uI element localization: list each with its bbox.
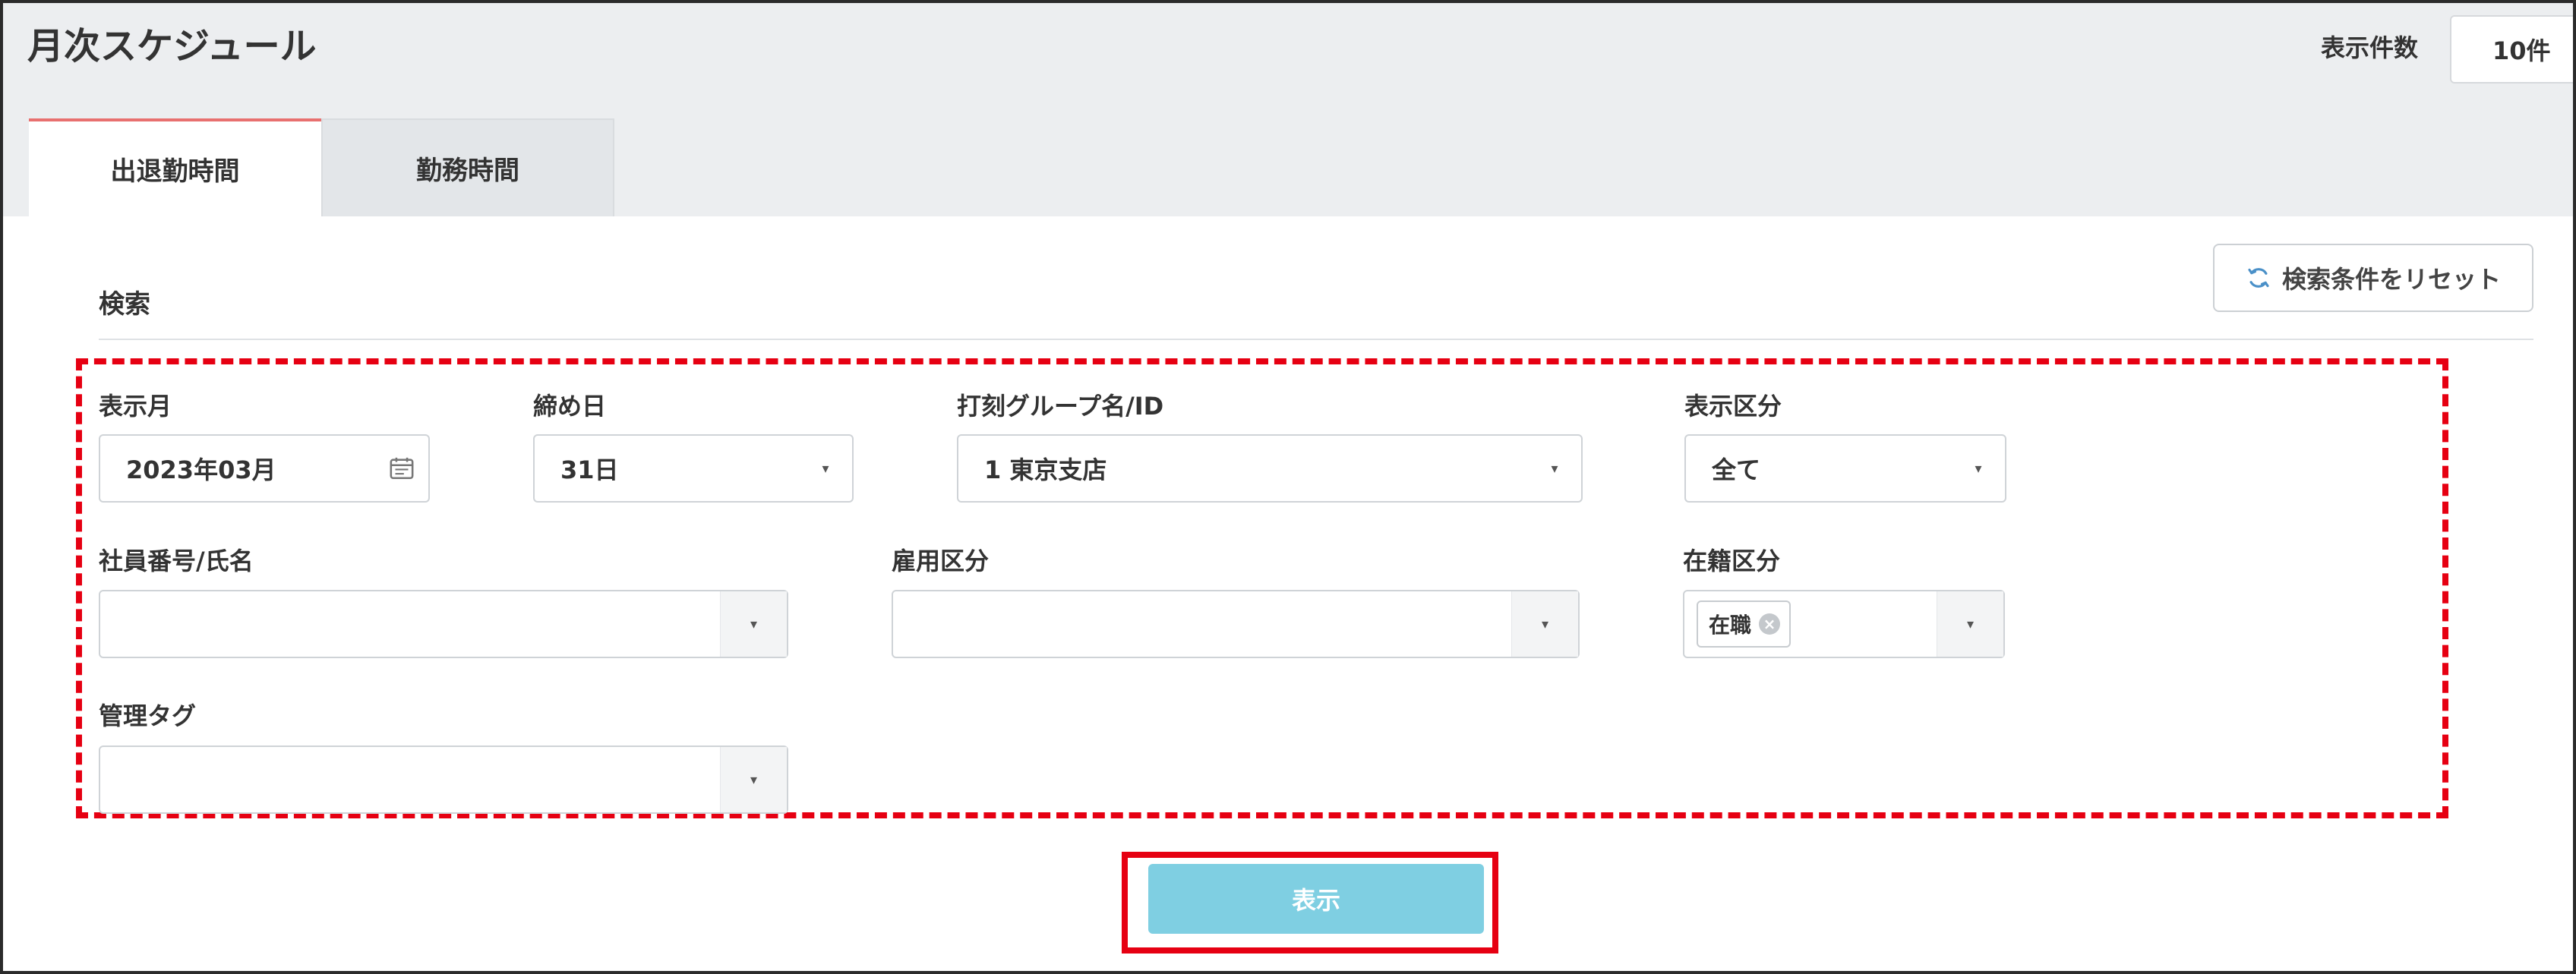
employee-select[interactable]: ▾ [99,590,788,658]
refresh-icon [2248,268,2269,288]
clock-group-label: 打刻グループ名/ID [957,392,1164,421]
display-category-select[interactable]: 全て ▾ [1684,434,2006,503]
tab-clock-in-out-time[interactable]: 出退勤時間 [29,118,321,216]
search-section-title: 検索 [99,289,150,320]
chevron-down-icon: ▾ [1975,460,1982,477]
calendar-icon[interactable] [375,456,428,481]
display-category-label: 表示区分 [1684,392,1782,421]
close-icon[interactable]: × [1759,613,1781,635]
employee-label: 社員番号/氏名 [99,547,254,575]
tab-label: 勤務時間 [416,156,519,186]
enrollment-status-tag: 在職 × [1697,600,1792,648]
display-month-value: 2023年03月 [126,455,276,484]
display-count-value: 10件 [2492,36,2551,65]
divider [99,339,2533,340]
display-count-select[interactable]: 10件 [2450,15,2573,84]
employment-type-select[interactable]: ▾ [892,590,1580,658]
reset-search-button[interactable]: 検索条件をリセット [2213,244,2533,312]
closing-day-label: 締め日 [533,392,607,421]
display-category-value: 全て [1712,455,1761,484]
display-count-label: 表示件数 [2321,33,2419,62]
enrollment-status-select[interactable]: 在職 × ▾ [1683,590,2005,658]
clock-group-select[interactable]: 1 東京支店 ▾ [957,434,1583,503]
chevron-down-icon[interactable]: ▾ [1511,591,1578,657]
tab-label: 出退勤時間 [110,156,240,187]
chevron-down-icon[interactable]: ▾ [1937,591,2003,657]
tag-label: 在職 [1709,613,1752,638]
tab-working-hours[interactable]: 勤務時間 [321,118,614,216]
chevron-down-icon: ▾ [822,460,829,477]
page-title: 月次スケジュール [27,25,317,68]
chevron-down-icon[interactable]: ▾ [720,747,787,812]
display-month-label: 表示月 [99,392,172,421]
app-window: 月次スケジュール 表示件数 10件 出退勤時間 勤務時間 検索条件をリセット 検… [0,0,2576,974]
enrollment-status-label: 在籍区分 [1683,547,1781,575]
clock-group-value: 1 東京支店 [984,455,1107,484]
chevron-down-icon: ▾ [1551,460,1558,477]
reset-button-label: 検索条件をリセット [2281,265,2501,294]
closing-day-value: 31日 [560,455,619,484]
display-month-input[interactable]: 2023年03月 [99,434,430,503]
employment-type-label: 雇用区分 [892,547,990,575]
display-button[interactable]: 表示 [1148,864,1484,934]
chevron-down-icon[interactable]: ▾ [720,591,787,657]
management-tag-select[interactable]: ▾ [99,745,788,814]
closing-day-select[interactable]: 31日 ▾ [533,434,854,503]
management-tag-label: 管理タグ [99,701,197,730]
